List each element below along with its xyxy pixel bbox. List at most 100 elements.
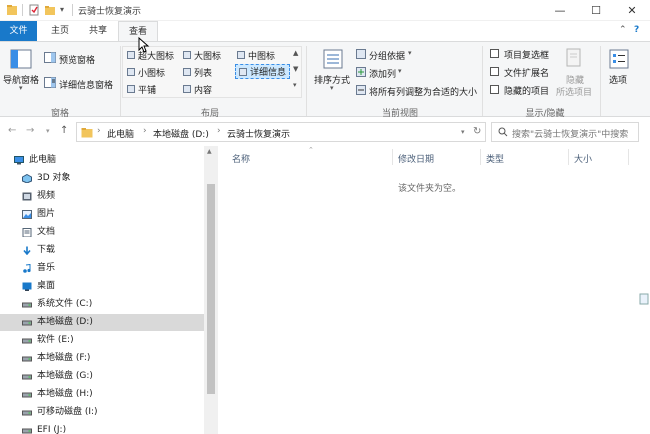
nav-item[interactable]: 本地磁盘 (D:) [0,314,204,331]
layout-tiles[interactable]: 平铺 [127,83,156,96]
layout-small-icons[interactable]: 小图标 [127,66,165,79]
column-header-type[interactable]: 类型 [486,152,504,165]
nav-item-label: 3D 对象 [37,173,71,183]
gallery-expand-icon[interactable]: ▾ [293,81,297,89]
nav-item[interactable]: 图片 [0,206,204,223]
column-header-size[interactable]: 大小 [574,152,592,165]
close-button[interactable]: ✕ [614,0,650,21]
group-by-icon[interactable] [356,49,366,59]
customize-toolbar-icon[interactable]: ▾ [60,5,72,17]
preview-pane-button[interactable]: 预览窗格 [59,53,95,66]
details-pane-icon[interactable] [44,77,56,88]
back-button[interactable]: ← [8,125,16,136]
navigation-pane-icon[interactable] [10,48,32,70]
list-icon [183,68,191,76]
group-separator [482,46,483,116]
column-divider[interactable] [480,149,481,165]
navigation-scrollbar[interactable]: ▲ [204,146,218,434]
breadcrumb-separator[interactable]: › [217,126,221,136]
column-divider[interactable] [628,149,629,165]
column-divider[interactable] [392,149,393,165]
nav-item[interactable]: 系统文件 (C:) [0,296,204,313]
new-folder-icon[interactable] [44,4,56,16]
nav-item[interactable]: 视频 [0,188,204,205]
scroll-up-icon[interactable]: ▲ [207,148,212,155]
hidden-items-checkbox[interactable] [490,85,499,94]
details-pane-button[interactable]: 详细信息窗格 [59,78,113,91]
nav-item[interactable]: 3D 对象 [0,170,204,187]
search-box[interactable]: 搜索"云骑士恢复演示"中搜索 [491,122,639,142]
quick-access-icon[interactable] [6,4,18,16]
nav-item-label: 可移动磁盘 (I:) [37,407,98,417]
tab-home[interactable]: 主页 [44,21,76,41]
view-toggle-icon[interactable] [636,290,650,310]
search-input[interactable]: 搜索"云骑士恢复演示"中搜索 [512,127,628,140]
address-bar[interactable]: › 此电脑 › 本地磁盘 (D:) › 云骑士恢复演示 ▾ ↻ [76,122,486,142]
item-checkboxes-checkbox[interactable] [490,49,499,58]
column-divider[interactable] [568,149,569,165]
group-by-dropdown-icon[interactable]: ▾ [408,49,412,57]
navigation-scrollbar-thumb[interactable] [207,184,215,394]
nav-item[interactable]: 桌面 [0,278,204,295]
hide-selected-icon[interactable] [565,48,583,68]
add-column-dropdown-icon[interactable]: ▾ [398,67,402,75]
preview-pane-icon[interactable] [44,52,56,63]
nav-item-label: 本地磁盘 (H:) [37,389,93,399]
help-icon[interactable]: ? [634,25,639,35]
breadcrumb-current-folder[interactable]: 云骑士恢复演示 [227,127,290,140]
layout-extra-large-icons[interactable]: 超大图标 [127,49,174,62]
breadcrumb-this-pc[interactable]: 此电脑 [107,127,134,140]
sort-by-icon[interactable] [322,48,344,70]
options-button[interactable]: 选项 [609,73,627,86]
refresh-icon[interactable]: ↻ [473,126,481,137]
recent-locations-icon[interactable]: ▾ [46,127,50,135]
nav-item[interactable]: 本地磁盘 (H:) [0,386,204,403]
group-by-button[interactable]: 分组依据 [369,49,405,62]
collapse-ribbon-icon[interactable]: ⌃ [619,25,627,35]
group-separator [306,46,307,116]
breadcrumb-separator[interactable]: › [143,126,147,136]
minimize-button[interactable]: — [542,0,578,21]
fit-columns-button[interactable]: 将所有列调整为合适的大小 [369,85,477,98]
breadcrumb-drive-d[interactable]: 本地磁盘 (D:) [153,127,209,140]
navigation-pane-dropdown-icon[interactable]: ▾ [19,84,23,92]
desktop-icon [22,282,32,291]
options-icon[interactable] [608,48,630,70]
nav-item[interactable]: 本地磁盘 (G:) [0,368,204,385]
fit-columns-icon[interactable] [356,85,366,95]
column-header-date[interactable]: 修改日期 [398,152,434,165]
column-header-name[interactable]: 名称 [232,152,250,165]
layout-details[interactable]: 详细信息 [235,64,291,79]
item-checkboxes-label: 项目复选框 [504,51,550,61]
sort-by-dropdown-icon[interactable]: ▾ [330,84,334,92]
maximize-button[interactable]: ☐ [578,0,614,21]
tab-file[interactable]: 文件 [0,21,37,41]
up-button[interactable]: ↑ [60,125,68,136]
computer-icon [14,156,24,165]
nav-item[interactable]: 可移动磁盘 (I:) [0,404,204,421]
nav-item[interactable]: 软件 (E:) [0,332,204,349]
nav-item[interactable]: 文档 [0,224,204,241]
layout-content[interactable]: 内容 [183,83,212,96]
gallery-scroll-down-icon[interactable]: ▼ [293,65,298,73]
layout-large-icons[interactable]: 大图标 [183,49,221,62]
file-list[interactable]: ⌃ 名称 修改日期 类型 大小 该文件夹为空。 [218,146,650,434]
nav-item[interactable]: 下载 [0,242,204,259]
gallery-scroll-up-icon[interactable]: ▲ [293,49,298,57]
add-column-icon[interactable] [356,67,366,77]
layout-list[interactable]: 列表 [183,66,212,79]
nav-item[interactable]: 本地磁盘 (F:) [0,350,204,367]
nav-item-label: EFI (J:) [37,425,67,434]
add-column-button[interactable]: 添加列 [369,67,396,80]
layout-medium-icons[interactable]: 中图标 [237,49,275,62]
address-history-dropdown-icon[interactable]: ▾ [461,128,465,136]
breadcrumb-separator[interactable]: › [97,126,101,136]
nav-item[interactable]: 此电脑 [0,152,196,169]
forward-button[interactable]: → [26,125,34,136]
nav-item[interactable]: EFI (J:) [0,422,204,434]
file-extensions-checkbox[interactable] [490,67,499,76]
tab-share[interactable]: 共享 [82,21,114,41]
properties-icon[interactable] [28,4,40,16]
3d-objects-icon [22,174,32,183]
nav-item[interactable]: 音乐 [0,260,204,277]
